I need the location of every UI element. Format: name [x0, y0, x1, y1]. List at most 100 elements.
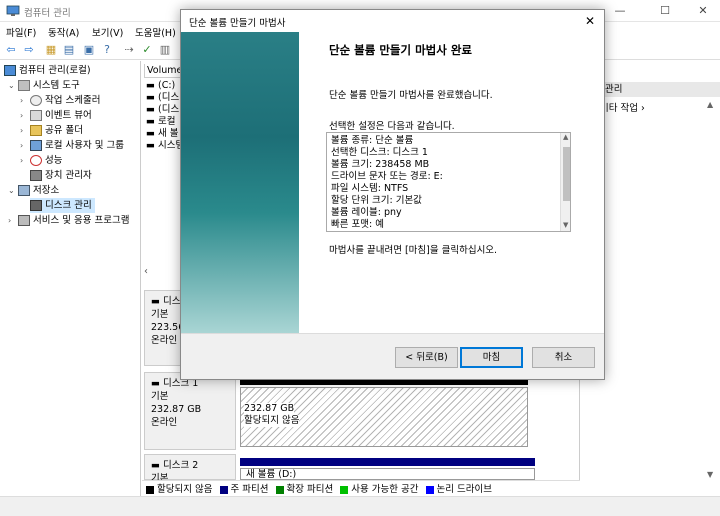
tree-item-device-manager[interactable]: 장치 관리자	[30, 168, 92, 183]
console-tree: 컴퓨터 관리(로컬) ⌄ 시스템 도구 › 작업 스케줄러 › 이벤트 뷰어 › 공유 …	[0, 61, 141, 496]
scroll-up-arrow-icon[interactable]: ▲	[563, 133, 568, 141]
wizard-side-banner	[181, 32, 299, 333]
disk2-header[interactable]: ▬ 디스크 2 기본	[144, 454, 236, 484]
cancel-button[interactable]: 취소	[532, 347, 595, 368]
vertical-scrollbar[interactable]: ▲ ▼	[705, 100, 717, 480]
menu-view[interactable]: 보기(V)	[92, 25, 123, 39]
finish-button[interactable]: 마침	[460, 347, 523, 368]
back-button[interactable]: < 뒤로(B)	[395, 347, 458, 368]
scroll-up-arrow-icon[interactable]: ▲	[707, 100, 713, 109]
chevron-right-icon[interactable]: ›	[20, 108, 30, 123]
disk1-partition[interactable]: 232.87 GB 할당되지 않음	[240, 387, 528, 447]
status-bar	[0, 496, 720, 516]
volume-row[interactable]: ▬ 새 볼	[146, 128, 179, 140]
tree-item-disk-management[interactable]: 디스크 관리	[30, 198, 95, 213]
storage-icon	[18, 185, 30, 196]
legend-item: 할당되지 않음	[142, 484, 212, 495]
volume-row[interactable]: ▬ (디스	[146, 92, 179, 104]
disk-icon: ▬	[151, 296, 163, 307]
wizard-close-button[interactable]: ✕	[578, 12, 602, 30]
forward-arrow-icon[interactable]: ⇨	[22, 43, 36, 57]
tree-item-root[interactable]: 컴퓨터 관리(로컬)	[4, 63, 91, 78]
settings-scrollbar[interactable]: ▲ ▼	[560, 133, 570, 231]
wizard-intro-text: 단순 볼륨 만들기 마법사를 완료했습니다.	[329, 90, 493, 101]
tree-item-performance[interactable]: › 성능	[20, 153, 62, 168]
connect-icon[interactable]: ⇢	[122, 43, 136, 57]
wizard-heading: 단순 볼륨 만들기 마법사 완료	[329, 43, 472, 57]
disk2-partition[interactable]: 새 볼륨 (D:)	[240, 468, 535, 480]
legend-item: 논리 드라이브	[422, 484, 492, 495]
wizard-settings-list[interactable]: 볼륨 종류: 단순 볼륨 선택한 디스크: 디스크 1 볼륨 크기: 23845…	[326, 132, 571, 232]
volume-dash-icon: ▬	[146, 140, 158, 151]
actions-header[interactable]: 관리	[585, 82, 720, 97]
legend: 할당되지 않음 주 파티션 확장 파티션 사용 가능한 공간 논리 드라이브	[142, 480, 580, 496]
settings-line: 볼륨 크기: 238458 MB	[331, 159, 430, 170]
chevron-right-icon[interactable]: ›	[20, 93, 30, 108]
menu-help[interactable]: 도움말(H)	[135, 25, 176, 39]
performance-icon	[30, 155, 42, 166]
wizard-finish-note: 마법사를 끝내려면 [마침]을 클릭하십시오.	[329, 245, 498, 256]
tree-item-system-tools[interactable]: ⌄ 시스템 도구	[8, 78, 80, 93]
tree-item-task-scheduler[interactable]: › 작업 스케줄러	[20, 93, 100, 108]
tree-item-shared-folders[interactable]: › 공유 폴더	[20, 123, 83, 138]
settings-line: 볼륨 레이블: pny	[331, 207, 402, 218]
settings-line: 빠른 포맷: 예	[331, 219, 384, 230]
menu-file[interactable]: 파일(F)	[6, 25, 36, 39]
menu-action[interactable]: 동작(A)	[48, 25, 79, 39]
disk-management-icon	[30, 200, 42, 211]
more-icon[interactable]: ▥	[158, 43, 172, 57]
actions-more-item[interactable]: 기타 작업 ›	[600, 100, 645, 114]
scroll-down-arrow-icon[interactable]: ▼	[563, 221, 568, 229]
back-arrow-icon[interactable]: ⇦	[4, 43, 18, 57]
chevron-down-icon[interactable]: ⌄	[8, 78, 18, 93]
wizard-title: 단순 볼륨 만들기 마법사	[189, 18, 286, 29]
settings-line: 선택한 디스크: 디스크 1	[331, 147, 428, 158]
volume-column-header[interactable]: Volume	[144, 64, 184, 78]
legend-item: 주 파티션	[216, 484, 268, 495]
minimize-button[interactable]: —	[600, 0, 640, 22]
volume-row[interactable]: ▬ (디스	[146, 104, 179, 116]
chevron-right-icon[interactable]: ›	[20, 138, 30, 153]
properties-icon[interactable]: ▣	[82, 43, 96, 57]
check-icon[interactable]: ✓	[140, 43, 154, 57]
folder-up-icon[interactable]: ▦	[44, 43, 58, 57]
legend-swatch	[340, 485, 349, 494]
scroll-down-arrow-icon[interactable]: ▼	[707, 470, 713, 479]
scroll-thumb[interactable]	[563, 147, 570, 201]
chevron-right-icon[interactable]: ›	[8, 213, 18, 228]
users-icon	[30, 140, 42, 151]
device-manager-icon	[30, 170, 42, 181]
disk1-header[interactable]: ▬ 디스크 1 기본 232.87 GB 온라인	[144, 372, 236, 450]
volume-dash-icon: ▬	[146, 80, 158, 91]
tree-item-storage[interactable]: ⌄ 저장소	[8, 183, 59, 198]
scroll-left-arrow-icon[interactable]: ‹	[144, 266, 148, 277]
close-button[interactable]: ✕	[683, 0, 720, 22]
help-icon[interactable]: ?	[100, 43, 114, 57]
chevron-down-icon[interactable]: ⌄	[8, 183, 18, 198]
volume-row[interactable]: ▬ (C:)	[146, 80, 175, 92]
wizard-dialog: 단순 볼륨 만들기 마법사 ✕ 단순 볼륨 만들기 마법사 완료 단순 볼륨 만…	[180, 9, 605, 380]
wizard-separator	[181, 333, 604, 334]
legend-swatch	[219, 485, 228, 494]
volume-row[interactable]: ▬ 로컬	[146, 116, 175, 128]
tree-item-event-viewer[interactable]: › 이벤트 뷰어	[20, 108, 92, 123]
legend-item: 사용 가능한 공간	[336, 484, 419, 495]
disk-icon: ▬	[151, 460, 163, 471]
volume-dash-icon: ▬	[146, 128, 158, 139]
shared-folder-icon	[30, 125, 42, 136]
chevron-right-icon[interactable]: ›	[20, 123, 30, 138]
settings-line: 드라이브 문자 또는 경로: E:	[331, 171, 443, 182]
chevron-right-icon[interactable]: ›	[20, 153, 30, 168]
wizard-titlebar: 단순 볼륨 만들기 마법사 ✕	[181, 10, 604, 32]
chevron-right-icon: ›	[641, 103, 645, 114]
tree-item-local-users[interactable]: › 로컬 사용자 및 그룹	[20, 138, 124, 153]
console-tree-icon[interactable]: ▤	[62, 43, 76, 57]
tools-icon	[18, 80, 30, 91]
wizard-settings-label: 선택한 설정은 다음과 같습니다.	[329, 121, 455, 132]
volume-dash-icon: ▬	[146, 104, 158, 115]
clock-icon	[30, 95, 42, 106]
maximize-button[interactable]: ☐	[645, 0, 685, 22]
volume-row[interactable]: ▬ 시스템	[146, 140, 184, 152]
tree-item-services-apps[interactable]: › 서비스 및 응용 프로그램	[8, 213, 129, 228]
legend-swatch	[275, 485, 284, 494]
